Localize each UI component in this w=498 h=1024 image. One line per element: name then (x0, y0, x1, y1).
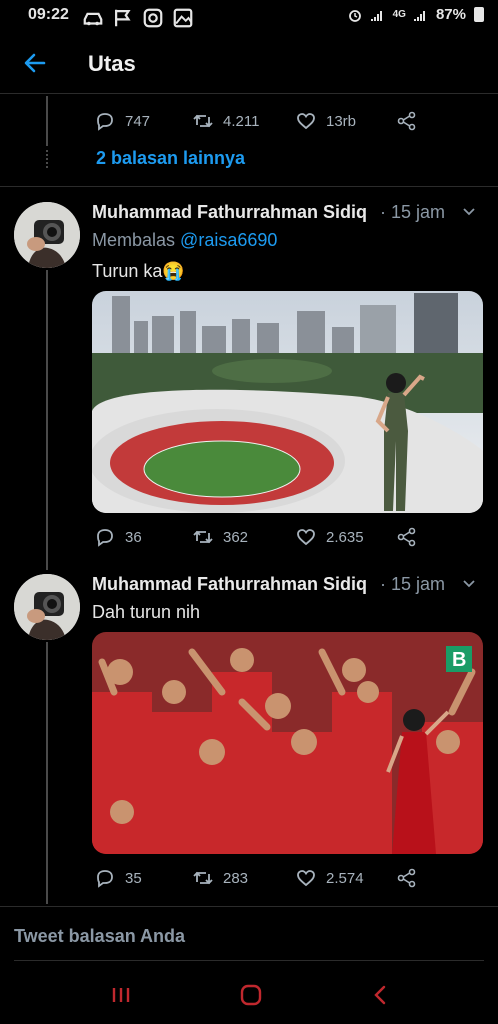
alarm-icon (348, 9, 361, 22)
app-header: Utas (0, 34, 498, 94)
reply-compose-input[interactable]: Tweet balasan Anda (14, 926, 185, 947)
author-name[interactable]: Muhammad Fathurrahman Sidiq (92, 574, 378, 595)
thread-line (46, 96, 48, 146)
battery-level: 87% (435, 6, 466, 23)
tweet-header: Muhammad Fathurrahman Sidiq · 15 jam (92, 574, 478, 598)
thread-line (46, 270, 48, 570)
retweet-count: 4.211 (223, 112, 260, 130)
flag-icon (115, 9, 131, 27)
share-icon (397, 111, 416, 131)
retweet-count: 283 (223, 869, 249, 887)
share-action[interactable] (396, 526, 418, 548)
thread-line (46, 642, 48, 904)
reply-handle[interactable]: @raisa6690 (180, 230, 277, 250)
divider (14, 960, 484, 961)
share-action[interactable] (396, 110, 418, 132)
author-name[interactable]: Muhammad Fathurrahman Sidiq (92, 202, 378, 223)
like-action[interactable]: 2.574 (295, 867, 364, 889)
retweet-action[interactable]: 4.211 (192, 110, 259, 132)
reply-icon (97, 529, 113, 547)
reply-count: 35 (125, 869, 142, 887)
retweet-icon (193, 114, 213, 128)
tweet-actions: 35 283 2.574 (92, 867, 422, 891)
tweet-text: Turun ka😭 (92, 261, 185, 281)
reply-count: 747 (125, 112, 151, 130)
retweet-action[interactable]: 283 (192, 867, 248, 889)
divider (0, 186, 498, 187)
instagram-icon (143, 8, 163, 28)
car-icon (83, 12, 103, 26)
heart-icon (297, 113, 315, 130)
heart-icon (297, 529, 315, 546)
crowd-photo[interactable]: B (92, 632, 483, 854)
system-icons: 4G 87% (347, 6, 484, 23)
stadium-photo[interactable] (92, 291, 483, 513)
reply-action[interactable]: 747 (94, 110, 150, 132)
like-count: 2.635 (326, 528, 364, 546)
like-action[interactable]: 13rb (295, 110, 356, 132)
chevron-down-icon[interactable] (460, 202, 478, 220)
notification-icons (82, 7, 194, 29)
like-count: 2.574 (326, 869, 364, 887)
image-icon (173, 8, 193, 28)
reply-icon (97, 113, 113, 131)
avatar[interactable] (14, 574, 80, 640)
retweet-count: 362 (223, 528, 249, 546)
tweet-text: Dah turun nih (92, 602, 201, 622)
heart-icon (297, 870, 315, 887)
tweet-time: · 15 jam (380, 574, 446, 594)
network-type: 4G (392, 9, 406, 20)
tweet-actions: 36 362 2.635 (92, 526, 422, 550)
chevron-down-icon[interactable] (460, 574, 478, 592)
tweet-time: · 15 jam (380, 202, 446, 222)
system-nav-bar (0, 962, 498, 1024)
more-replies-link[interactable]: 2 balasan lainnya (96, 148, 245, 169)
reply-action[interactable]: 36 (94, 526, 142, 548)
battery-icon (474, 7, 484, 22)
back-arrow-icon[interactable] (20, 48, 50, 78)
thread-dots (46, 150, 48, 168)
reply-context: Membalas @raisa6690 (92, 230, 277, 251)
retweet-icon (193, 871, 213, 885)
back-icon[interactable] (368, 984, 394, 1006)
retweet-icon (193, 530, 213, 544)
reply-count: 36 (125, 528, 142, 546)
parent-tweet-actions: 747 4.211 13rb (92, 110, 422, 134)
divider (0, 906, 498, 907)
avatar[interactable] (14, 202, 80, 268)
share-action[interactable] (396, 867, 418, 889)
share-icon (397, 527, 416, 547)
like-action[interactable]: 2.635 (295, 526, 364, 548)
status-time: 09:22 (28, 6, 69, 23)
recent-apps-icon[interactable] (108, 984, 134, 1006)
reply-action[interactable]: 35 (94, 867, 142, 889)
svg-text:B: B (452, 649, 466, 671)
reply-icon (97, 870, 113, 888)
retweet-action[interactable]: 362 (192, 526, 248, 548)
share-icon (397, 868, 416, 888)
tweet-header: Muhammad Fathurrahman Sidiq · 15 jam (92, 202, 478, 226)
reply-prefix: Membalas (92, 230, 176, 250)
page-title: Utas (88, 51, 136, 76)
like-count: 13rb (326, 112, 357, 130)
signal-icon (370, 10, 382, 21)
status-bar: 09:22 4G 87% (0, 0, 498, 30)
home-icon[interactable] (238, 984, 264, 1006)
signal-icon-2 (413, 10, 425, 21)
